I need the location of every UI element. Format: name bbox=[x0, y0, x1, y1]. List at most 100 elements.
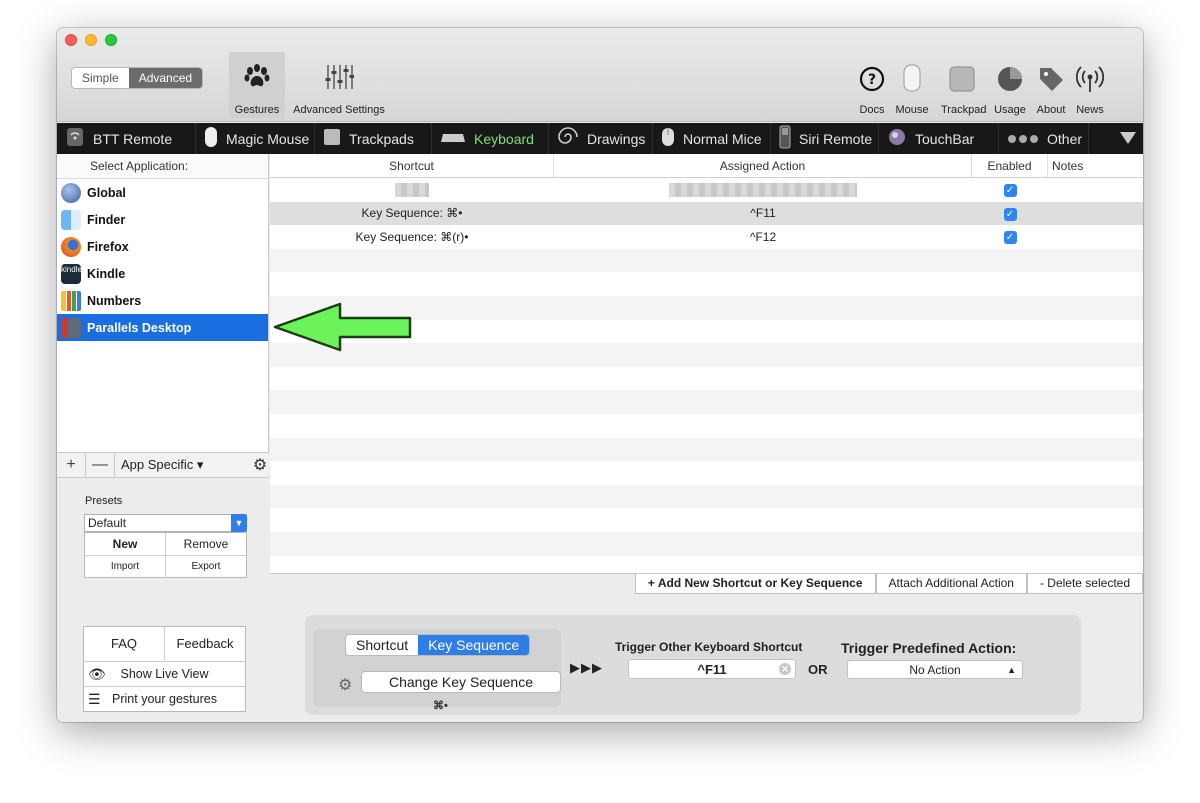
kindle-icon: kindle bbox=[61, 263, 82, 284]
delete-selected-button[interactable]: - Delete selected bbox=[1026, 574, 1143, 594]
enabled-checkbox[interactable]: ✓ bbox=[1003, 231, 1017, 245]
table-row[interactable]: Key Sequence: ⌘• ^F11 ✓ bbox=[270, 201, 1143, 226]
feedback-button[interactable]: Feedback bbox=[165, 627, 245, 661]
print-gestures-button[interactable]: ☰ Print your gestures bbox=[84, 687, 245, 711]
mode-switch: Simple Advanced bbox=[71, 67, 204, 89]
table-row[interactable]: Key Sequence: ⌘(r)• ^F12 ✓ bbox=[270, 225, 1143, 249]
attach-action-button[interactable]: Attach Additional Action bbox=[875, 574, 1027, 594]
news-toolbar-button[interactable]: News bbox=[1070, 52, 1110, 118]
tab-btt-remote[interactable]: BTT Remote bbox=[57, 123, 196, 154]
new-preset-button[interactable]: New bbox=[85, 533, 166, 556]
key-sequence-type-button[interactable]: Key Sequence bbox=[418, 635, 530, 655]
tab-overflow-button[interactable] bbox=[1089, 123, 1143, 154]
tab-label: Drawings bbox=[587, 130, 646, 147]
close-window-button[interactable] bbox=[65, 34, 77, 46]
updown-icon: ▲ bbox=[1007, 665, 1016, 675]
trigger-shortcut-field[interactable]: ^F11 ✕ bbox=[628, 659, 796, 679]
add-app-button[interactable]: + bbox=[57, 452, 86, 478]
table-action-bar: + Add New Shortcut or Key Sequence Attac… bbox=[270, 573, 1143, 594]
empty-row bbox=[270, 437, 1143, 462]
preset-select[interactable]: Default ▼ bbox=[84, 514, 247, 532]
empty-row bbox=[270, 272, 1143, 296]
tag-icon bbox=[1040, 68, 1063, 91]
shortcut-type-button[interactable]: Shortcut bbox=[346, 635, 418, 655]
mouse-icon bbox=[903, 64, 921, 92]
advanced-settings-toolbar-button[interactable]: Advanced Settings bbox=[289, 52, 389, 118]
docs-label: Docs bbox=[859, 104, 885, 116]
blurred-action bbox=[669, 183, 857, 198]
advanced-mode-button[interactable]: Advanced bbox=[128, 68, 203, 88]
gear-icon[interactable]: ⚙ bbox=[251, 455, 269, 475]
trackpad-label: Trackpad bbox=[941, 104, 987, 116]
tab-touchbar[interactable]: TouchBar bbox=[879, 123, 999, 154]
tab-drawings[interactable]: Drawings bbox=[549, 123, 653, 154]
app-item-numbers[interactable]: Numbers bbox=[57, 287, 268, 314]
app-item-finder[interactable]: Finder bbox=[57, 206, 268, 233]
app-label: Finder bbox=[87, 212, 126, 227]
app-item-kindle[interactable]: kindle Kindle bbox=[57, 260, 268, 287]
gear-icon[interactable]: ⚙ bbox=[338, 675, 352, 695]
gestures-label: Gestures bbox=[234, 104, 280, 116]
faq-button[interactable]: FAQ bbox=[84, 627, 165, 661]
trackpad-toolbar-button[interactable]: Trackpad bbox=[941, 52, 987, 118]
enabled-checkbox[interactable]: ✓ bbox=[1003, 207, 1017, 221]
tab-siri-remote[interactable]: Siri Remote bbox=[771, 123, 879, 154]
tab-trackpads[interactable]: Trackpads bbox=[315, 123, 432, 154]
parallels-icon bbox=[61, 317, 81, 338]
pie-chart-icon bbox=[998, 67, 1022, 91]
gestures-toolbar-button[interactable]: Gestures bbox=[229, 52, 285, 118]
table-row[interactable]: ✓ bbox=[270, 178, 1143, 202]
tab-keyboard[interactable]: Keyboard bbox=[432, 123, 549, 154]
column-header-shortcut[interactable]: Shortcut bbox=[270, 154, 554, 177]
column-header-enabled[interactable]: Enabled bbox=[972, 154, 1048, 177]
add-shortcut-button[interactable]: + Add New Shortcut or Key Sequence bbox=[634, 574, 876, 594]
question-icon: ? bbox=[859, 66, 885, 92]
presets-label: Presets bbox=[85, 495, 123, 507]
enabled-checkbox[interactable]: ✓ bbox=[1003, 184, 1017, 198]
app-label: Kindle bbox=[87, 266, 126, 281]
remove-preset-button[interactable]: Remove bbox=[166, 533, 246, 556]
app-item-parallels-desktop[interactable]: Parallels Desktop bbox=[57, 314, 268, 341]
app-specific-dropdown[interactable]: App Specific ▾ bbox=[115, 457, 251, 473]
shortcuts-table: Shortcut Assigned Action Enabled Notes ✓… bbox=[270, 154, 1143, 573]
enabled-cell: ✓ bbox=[972, 206, 1048, 221]
tab-normal-mice[interactable]: Normal Mice bbox=[653, 123, 771, 154]
zoom-window-button[interactable] bbox=[105, 34, 117, 46]
column-header-notes[interactable]: Notes bbox=[1048, 154, 1143, 177]
triangle-down-icon bbox=[1120, 132, 1136, 144]
app-item-firefox[interactable]: Firefox bbox=[57, 233, 268, 260]
export-preset-button[interactable]: Export bbox=[166, 556, 246, 577]
empty-row bbox=[270, 414, 1143, 438]
tab-magic-mouse[interactable]: Magic Mouse bbox=[196, 123, 315, 154]
tab-label: Trackpads bbox=[349, 130, 414, 147]
annotation-arrow-icon bbox=[273, 302, 412, 352]
paw-icon bbox=[244, 64, 270, 87]
preset-value: Default bbox=[88, 516, 127, 530]
show-live-view-button[interactable]: 👁 Show Live View bbox=[84, 662, 245, 686]
import-preset-button[interactable]: Import bbox=[85, 556, 166, 577]
tab-label: TouchBar bbox=[915, 130, 975, 147]
column-header-assigned-action[interactable]: Assigned Action bbox=[554, 154, 972, 177]
remove-app-button[interactable]: — bbox=[86, 452, 115, 478]
app-item-global[interactable]: Global bbox=[57, 179, 268, 206]
predefined-action-label: Trigger Predefined Action: bbox=[841, 640, 1017, 656]
predefined-action-select[interactable]: No Action ▲ bbox=[847, 660, 1023, 679]
show-live-view-label: Show Live View bbox=[120, 667, 209, 681]
news-label: News bbox=[1076, 104, 1104, 116]
usage-toolbar-button[interactable]: Usage bbox=[990, 52, 1030, 118]
dots-icon bbox=[1007, 131, 1039, 147]
minimize-window-button[interactable] bbox=[85, 34, 97, 46]
chevron-down-icon: ▼ bbox=[231, 514, 247, 532]
tab-other[interactable]: Other bbox=[999, 123, 1089, 154]
drawing-icon bbox=[557, 127, 579, 150]
mouse-toolbar-button[interactable]: Mouse bbox=[892, 52, 932, 118]
about-toolbar-button[interactable]: About bbox=[1031, 52, 1071, 118]
simple-mode-button[interactable]: Simple bbox=[72, 68, 129, 88]
docs-toolbar-button[interactable]: ? Docs bbox=[852, 52, 892, 118]
sliders-icon bbox=[325, 65, 354, 89]
change-key-sequence-button[interactable]: Change Key Sequence bbox=[361, 671, 561, 693]
trackpad-icon bbox=[949, 66, 975, 92]
clear-icon[interactable]: ✕ bbox=[779, 663, 791, 675]
action-cell bbox=[554, 182, 972, 198]
app-window: Simple Advanced Gestures Advanced Settin… bbox=[57, 28, 1143, 722]
